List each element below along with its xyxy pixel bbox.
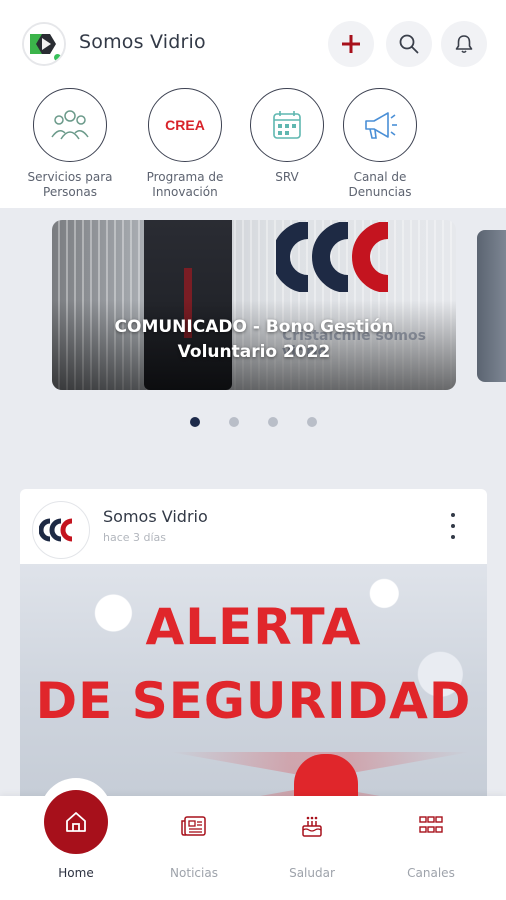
carousel-next-slide[interactable] bbox=[477, 230, 506, 382]
crea-logo-icon: CREA bbox=[165, 117, 205, 133]
quick-link-denuncias[interactable]: Canal de Denuncias bbox=[324, 88, 436, 200]
cristalchile-logo-icon bbox=[276, 222, 389, 292]
nav-noticias-button[interactable] bbox=[144, 812, 244, 840]
cristalchile-avatar-icon bbox=[39, 518, 73, 542]
nav-noticias-label[interactable]: Noticias bbox=[144, 866, 244, 880]
post-timestamp: hace 3 días bbox=[103, 531, 167, 544]
post-author-name[interactable]: Somos Vidrio bbox=[103, 507, 208, 526]
post-more-options-icon[interactable] bbox=[443, 513, 463, 539]
carousel-dot[interactable] bbox=[307, 417, 317, 427]
newspaper-icon bbox=[181, 816, 206, 836]
search-icon bbox=[399, 34, 419, 54]
grid-icon bbox=[419, 816, 443, 833]
quick-link-servicios[interactable]: Servicios para Personas bbox=[14, 88, 126, 200]
app-logo[interactable] bbox=[22, 22, 66, 66]
search-button[interactable] bbox=[386, 21, 432, 67]
nav-canales-button[interactable] bbox=[381, 812, 481, 840]
post-image-line-2: DE SEGURIDAD bbox=[35, 672, 472, 730]
quick-link-innovacion[interactable]: CREA Programa de Innovación bbox=[129, 88, 241, 200]
quick-link-label: Servicios para Personas bbox=[27, 170, 113, 199]
post-author-avatar[interactable] bbox=[32, 501, 90, 559]
bell-icon bbox=[455, 35, 473, 54]
home-icon bbox=[66, 812, 86, 832]
carousel-dot[interactable] bbox=[229, 417, 239, 427]
post-image[interactable]: ALERTA DE SEGURIDAD bbox=[20, 564, 487, 809]
carousel-slide[interactable]: Cristalchile somos vidrio COMUNICADO - B… bbox=[52, 220, 456, 390]
quick-link-circle: CREA bbox=[148, 88, 222, 162]
svg-text:CREA: CREA bbox=[165, 117, 205, 133]
slide-caption: COMUNICADO - Bono Gestión Voluntario 202… bbox=[114, 317, 394, 362]
news-carousel[interactable]: Cristalchile somos vidrio COMUNICADO - B… bbox=[0, 208, 506, 448]
nav-home-button[interactable] bbox=[44, 790, 108, 854]
quick-link-circle bbox=[343, 88, 417, 162]
notifications-button[interactable] bbox=[441, 21, 487, 67]
plus-icon bbox=[342, 35, 360, 53]
quick-link-label: Canal de Denuncias bbox=[348, 170, 412, 199]
carousel-dots bbox=[0, 417, 506, 427]
quick-links: Servicios para Personas CREA Programa de… bbox=[0, 88, 506, 208]
nav-saludar-label[interactable]: Saludar bbox=[262, 866, 362, 880]
megaphone-icon bbox=[365, 112, 397, 139]
carousel-dot[interactable] bbox=[268, 417, 278, 427]
carousel-dot-active[interactable] bbox=[190, 417, 200, 427]
online-status-dot bbox=[53, 53, 62, 62]
post-card[interactable]: Somos Vidrio hace 3 días ALERTA DE SEGUR… bbox=[20, 489, 487, 809]
post-image-line-1: ALERTA bbox=[145, 598, 362, 656]
add-button[interactable] bbox=[328, 21, 374, 67]
quick-link-label: Programa de Innovación bbox=[146, 170, 224, 199]
app-title: Somos Vidrio bbox=[79, 31, 206, 53]
calendar-icon bbox=[273, 111, 301, 139]
nav-home-label[interactable]: Home bbox=[26, 866, 126, 880]
people-icon bbox=[51, 110, 89, 140]
app-header: Somos Vidrio bbox=[0, 0, 506, 88]
quick-link-circle bbox=[33, 88, 107, 162]
cake-icon bbox=[302, 816, 322, 837]
quick-link-circle bbox=[250, 88, 324, 162]
nav-saludar-button[interactable] bbox=[262, 812, 362, 840]
nav-canales-label[interactable]: Canales bbox=[381, 866, 481, 880]
